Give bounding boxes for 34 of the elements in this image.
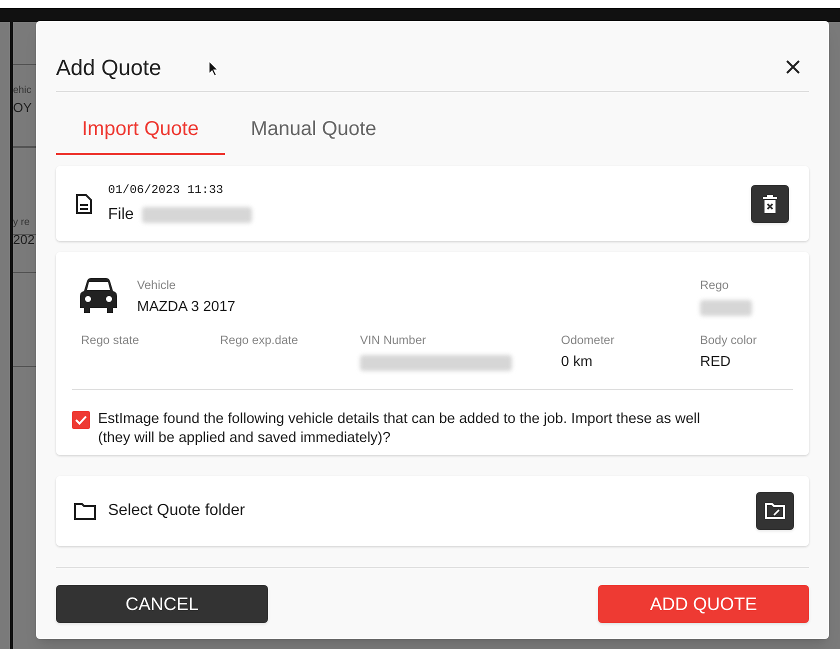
file-label: File [108, 204, 134, 224]
tab[interactable]: Import Quote [56, 105, 225, 155]
delete-file-button[interactable] [751, 184, 789, 222]
select-folder-button[interactable] [756, 492, 794, 530]
background-text: OY [13, 99, 32, 117]
add-quote-button[interactable]: ADD QUOTE [598, 585, 809, 623]
folder-label: Select Quote folder [108, 501, 245, 521]
field-label: Vehicle [137, 277, 176, 293]
import-prompt-text: EstImage found the following vehicle details that can be added to the job. Import these as well (they will be applied and saved immediately)? [98, 410, 702, 448]
tab[interactable]: Manual Quote [224, 105, 402, 155]
field-label: VIN Number [360, 332, 426, 348]
car-icon [80, 278, 117, 313]
field-label: Odometer [561, 332, 614, 348]
field-label: Rego exp.date [220, 332, 298, 348]
dialog-title: Add Quote [56, 54, 162, 82]
check-icon [75, 415, 87, 425]
field-label: Body color [700, 332, 757, 348]
field-label: Rego state [81, 332, 140, 348]
field-value: 0 km [561, 353, 592, 372]
background-text: y re [13, 216, 30, 230]
import-checkbox[interactable] [72, 411, 90, 429]
field-label: Rego [700, 277, 729, 293]
trash-icon [763, 194, 777, 212]
folder-icon [74, 502, 96, 520]
background-text: ehic [13, 84, 32, 98]
folder-edit-icon [765, 503, 785, 519]
close-icon [785, 59, 801, 75]
field-value: MAZDA 3 2017 [137, 298, 236, 318]
cancel-button[interactable]: CANCEL [56, 585, 268, 623]
file-timestamp: 01/06/2023 11:33 [108, 182, 224, 198]
cursor-icon [208, 60, 219, 77]
document-icon [76, 194, 92, 214]
field-value: RED [700, 353, 731, 372]
background-text: 202 [13, 231, 35, 249]
